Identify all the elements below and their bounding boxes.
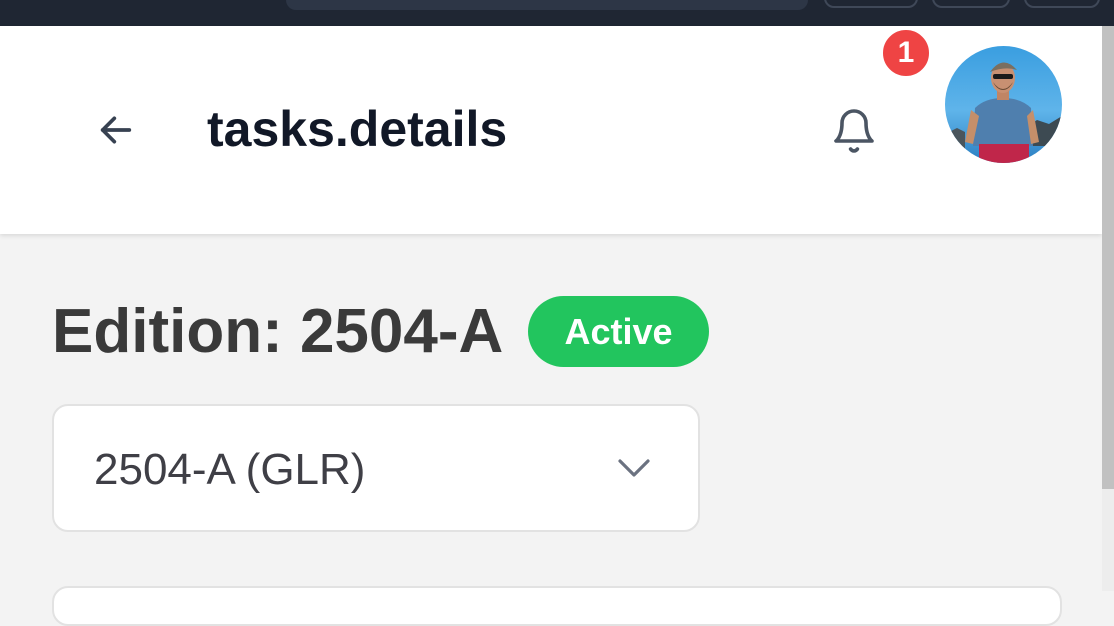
edition-select-value: 2504-A (GLR) <box>94 445 366 494</box>
page-title: tasks.details <box>207 101 508 157</box>
scrollbar-thumb[interactable] <box>1102 26 1114 489</box>
scrollbar[interactable] <box>1102 26 1114 591</box>
status-badge: Active <box>528 296 709 367</box>
notification-count-badge: 1 <box>880 27 932 79</box>
back-button[interactable] <box>86 104 146 156</box>
edition-title: Edition: 2504-A <box>52 297 504 366</box>
bell-icon <box>834 109 874 153</box>
content-card <box>52 586 1062 626</box>
edition-select[interactable]: 2504-A (GLR) <box>52 404 700 532</box>
browser-button[interactable] <box>932 0 1010 8</box>
address-bar[interactable] <box>286 0 808 10</box>
chevron-down-icon <box>618 459 650 477</box>
avatar-photo <box>945 46 1062 163</box>
browser-button[interactable] <box>1024 0 1100 8</box>
browser-toolbar <box>0 0 1114 26</box>
user-avatar[interactable] <box>945 46 1062 163</box>
app-header: tasks.details <box>0 26 1102 234</box>
arrow-left-icon <box>100 116 132 144</box>
notifications-button[interactable] <box>820 100 888 162</box>
browser-button[interactable] <box>824 0 918 8</box>
